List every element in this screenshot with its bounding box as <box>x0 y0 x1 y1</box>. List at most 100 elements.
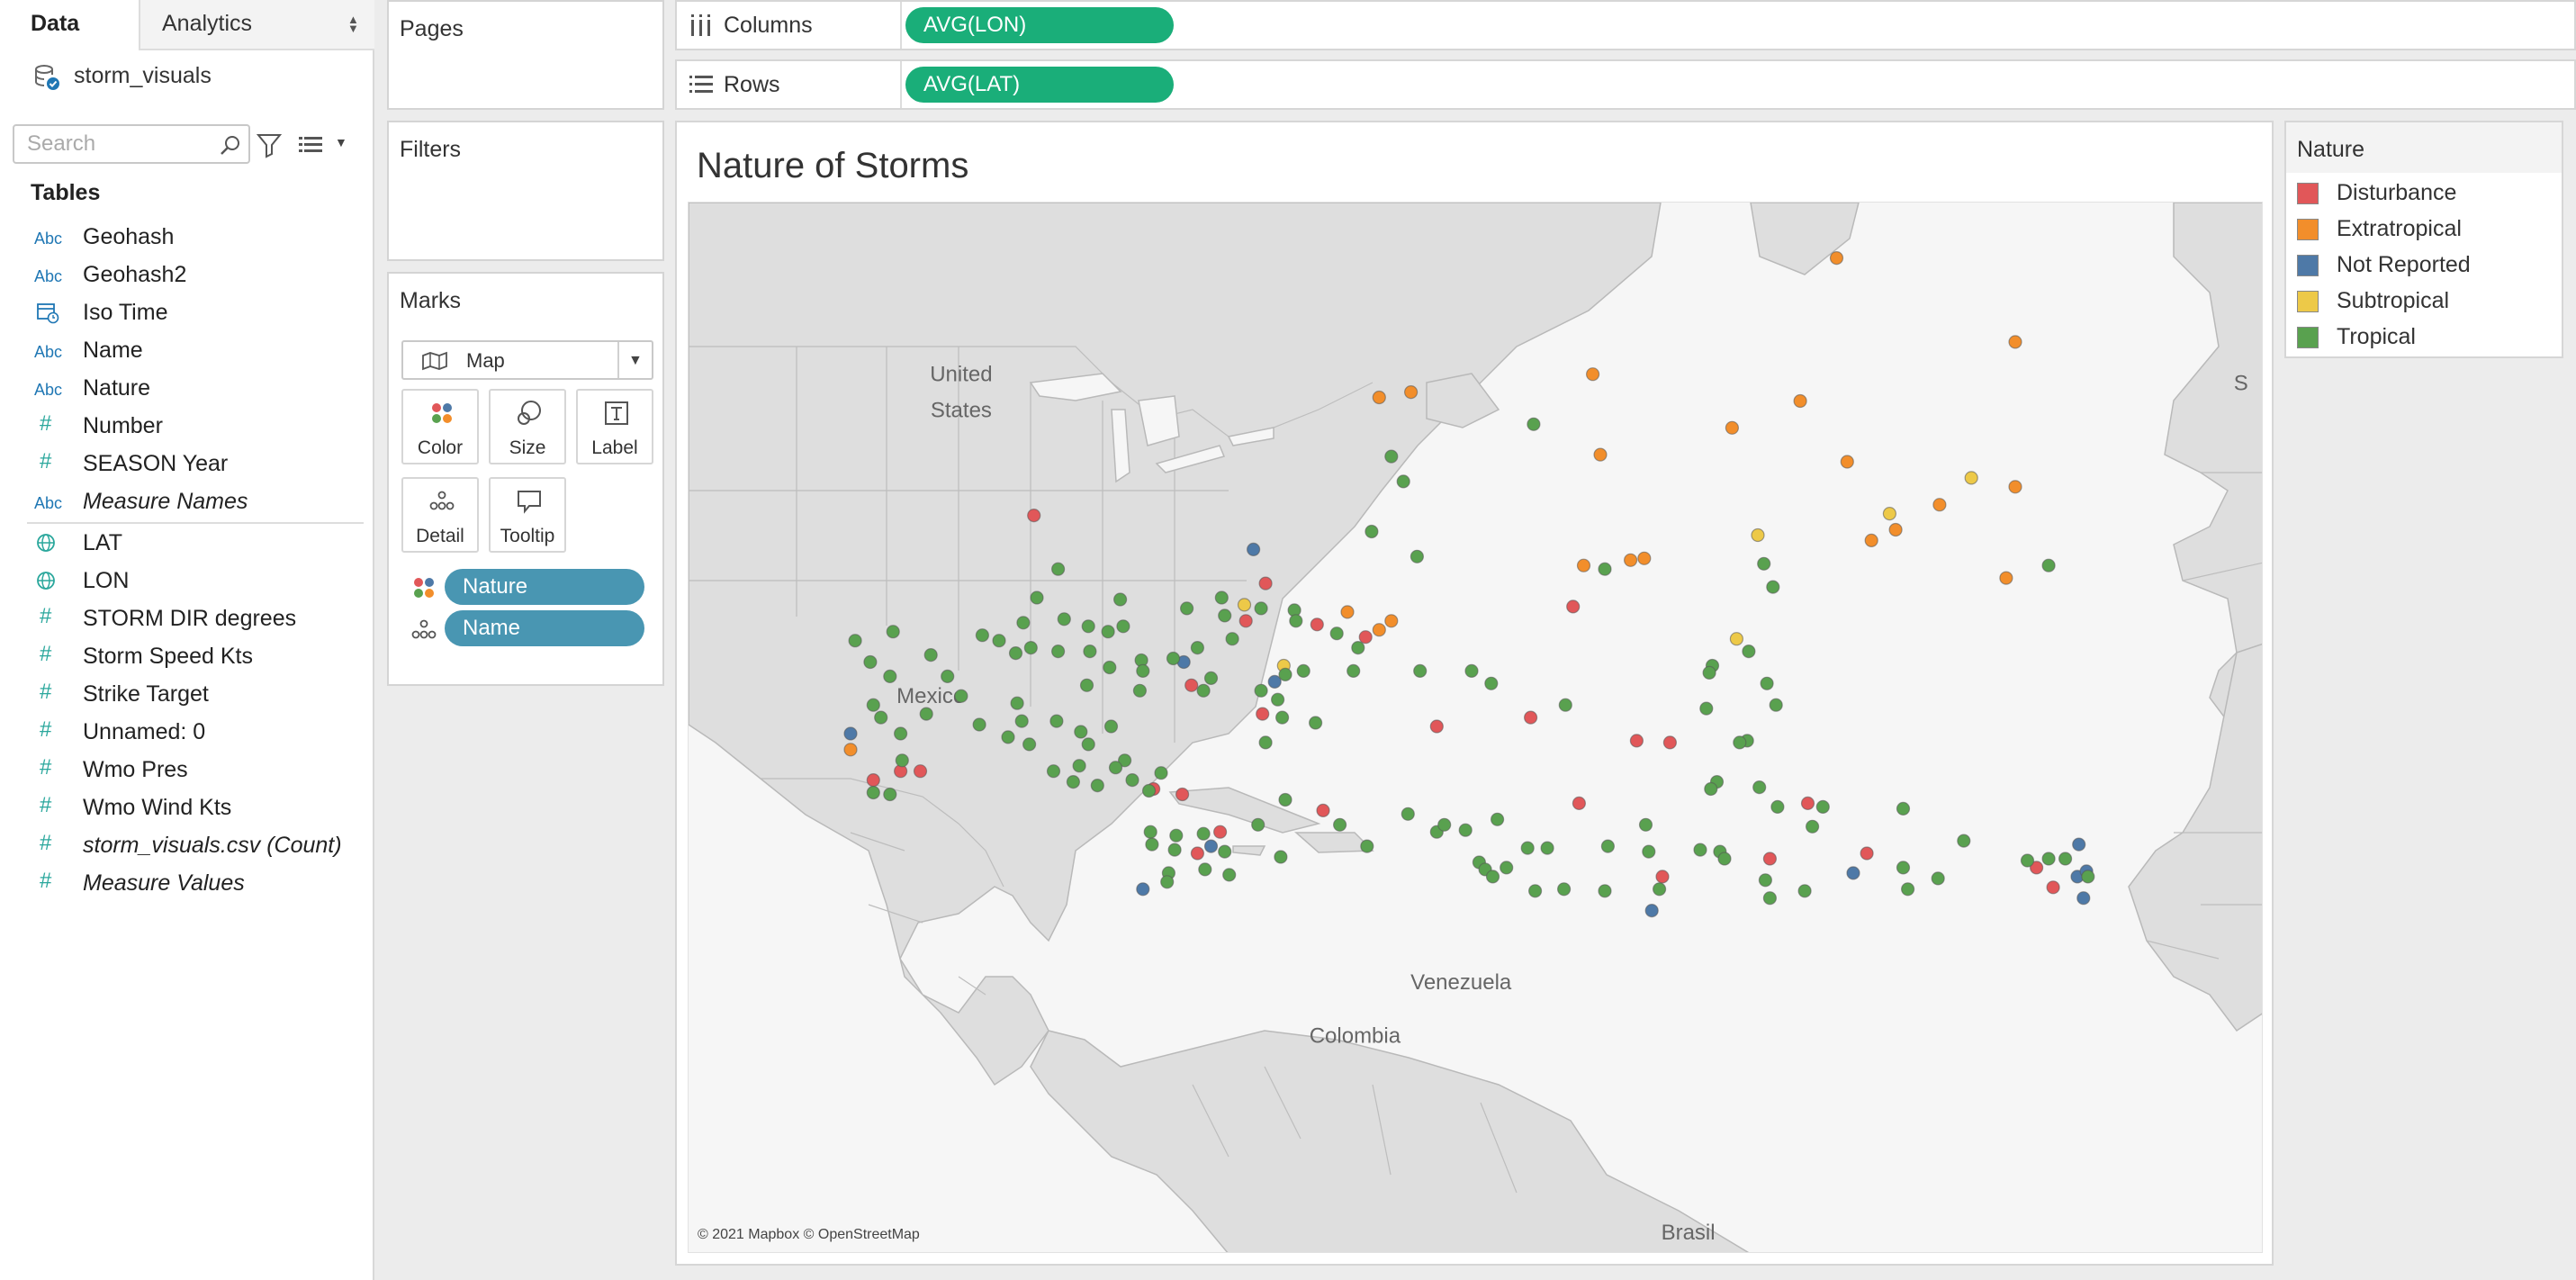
storm-point[interactable] <box>1218 608 1232 623</box>
storm-point[interactable] <box>1593 447 1608 462</box>
storm-point[interactable] <box>1642 844 1656 859</box>
storm-point[interactable] <box>1585 367 1600 382</box>
storm-point[interactable] <box>1010 696 1024 710</box>
columns-shelf[interactable]: Columns AVG(LON) <box>675 0 2576 50</box>
storm-point[interactable] <box>1145 837 1159 852</box>
storm-point[interactable] <box>1141 783 1157 798</box>
tooltip-button[interactable]: Tooltip <box>489 477 566 553</box>
field-item[interactable]: # Unnamed: 0 <box>0 713 373 751</box>
storm-point[interactable] <box>1762 852 1778 866</box>
storm-point[interactable] <box>1316 803 1330 818</box>
field-item[interactable]: # Number <box>0 407 373 445</box>
storm-point[interactable] <box>1358 630 1373 645</box>
storm-point[interactable] <box>1572 796 1587 811</box>
field-item[interactable]: # storm_visuals.csv (Count) <box>0 826 373 864</box>
storm-point[interactable] <box>1256 707 1270 721</box>
storm-point[interactable] <box>895 753 909 768</box>
storm-point[interactable] <box>1179 601 1194 616</box>
storm-point[interactable] <box>1251 817 1265 832</box>
storm-point[interactable] <box>923 648 938 663</box>
storm-point[interactable] <box>1846 866 1860 880</box>
storm-point[interactable] <box>1704 781 1718 797</box>
storm-point[interactable] <box>1598 562 1612 576</box>
storm-point[interactable] <box>1016 616 1031 630</box>
storm-point[interactable] <box>1214 590 1229 605</box>
label-button[interactable]: Label <box>576 389 653 464</box>
storm-point[interactable] <box>1888 522 1903 537</box>
storm-point[interactable] <box>1212 825 1228 839</box>
field-item[interactable]: Abc Name <box>0 331 373 369</box>
storm-point[interactable] <box>1274 850 1288 864</box>
avg-lon-pill[interactable]: AVG(LON) <box>905 7 1174 43</box>
storm-point[interactable] <box>1637 551 1652 565</box>
storm-point[interactable] <box>1254 601 1268 616</box>
storm-point[interactable] <box>1490 812 1505 826</box>
storm-point[interactable] <box>1752 780 1767 795</box>
storm-point[interactable] <box>1864 533 1878 547</box>
field-item[interactable]: Abc Geohash2 <box>0 256 373 293</box>
storm-point[interactable] <box>1896 861 1911 875</box>
storm-point[interactable] <box>1203 671 1219 686</box>
storm-point[interactable] <box>1576 558 1591 572</box>
storm-point[interactable] <box>1693 843 1707 857</box>
storm-point[interactable] <box>1900 882 1915 897</box>
storm-point[interactable] <box>1254 683 1268 698</box>
storm-point[interactable] <box>1840 455 1854 469</box>
storm-point[interactable] <box>1103 719 1119 734</box>
view-options-chevron-down-icon[interactable]: ▼ <box>335 135 347 149</box>
storm-point[interactable] <box>1437 817 1452 832</box>
storm-point[interactable] <box>1289 614 1303 628</box>
storm-point[interactable] <box>1108 761 1123 775</box>
pages-card[interactable]: Pages <box>387 0 664 110</box>
storm-point[interactable] <box>1190 846 1205 861</box>
storm-point[interactable] <box>1957 834 1971 848</box>
list-view-icon[interactable] <box>299 135 322 155</box>
storm-point[interactable] <box>1237 598 1252 612</box>
storm-point[interactable] <box>1760 676 1774 690</box>
storm-point[interactable] <box>2008 335 2022 349</box>
size-button[interactable]: Size <box>489 389 566 464</box>
storm-point[interactable] <box>1136 663 1150 679</box>
storm-point[interactable] <box>1638 817 1653 832</box>
storm-point[interactable] <box>1751 527 1765 543</box>
storm-point[interactable] <box>1057 612 1071 626</box>
storm-point[interactable] <box>1598 884 1612 898</box>
storm-point[interactable] <box>1190 641 1205 655</box>
storm-point[interactable] <box>2020 853 2035 868</box>
storm-point[interactable] <box>1198 862 1212 877</box>
tab-analytics[interactable]: Analytics <box>139 0 374 50</box>
storm-point[interactable] <box>1882 507 1897 521</box>
storm-point[interactable] <box>1116 619 1130 634</box>
storm-point[interactable] <box>1566 599 1581 614</box>
field-item[interactable]: Abc Geohash <box>0 218 373 256</box>
storm-point[interactable] <box>1196 683 1211 698</box>
storm-point[interactable] <box>1384 614 1399 628</box>
storm-point[interactable] <box>894 726 908 741</box>
storm-point[interactable] <box>1964 471 1978 485</box>
storm-point[interactable] <box>1090 778 1104 793</box>
storm-point[interactable] <box>1793 393 1807 409</box>
storm-point[interactable] <box>1717 852 1732 866</box>
storm-point[interactable] <box>1258 576 1273 590</box>
storm-point[interactable] <box>1329 626 1344 641</box>
storm-point[interactable] <box>1758 873 1773 888</box>
storm-point[interactable] <box>1729 632 1744 646</box>
storm-point[interactable] <box>1896 801 1911 816</box>
storm-point[interactable] <box>1132 683 1147 698</box>
storm-point[interactable] <box>1278 792 1293 807</box>
storm-point[interactable] <box>954 689 968 703</box>
tab-data[interactable]: Data <box>0 0 139 50</box>
datasource-name[interactable]: storm_visuals <box>74 63 212 89</box>
name-detail-pill[interactable]: Name <box>445 610 644 646</box>
field-item[interactable]: LAT <box>0 524 373 562</box>
storm-point[interactable] <box>1770 799 1785 815</box>
storm-point[interactable] <box>1500 861 1514 875</box>
storm-point[interactable] <box>1365 524 1379 539</box>
storm-point[interactable] <box>1742 645 1756 659</box>
storm-point[interactable] <box>1766 580 1780 594</box>
storm-point[interactable] <box>972 717 986 732</box>
storm-point[interactable] <box>1072 759 1086 773</box>
storm-point[interactable] <box>883 669 897 684</box>
storm-point[interactable] <box>1001 730 1015 744</box>
storm-point[interactable] <box>866 772 880 788</box>
